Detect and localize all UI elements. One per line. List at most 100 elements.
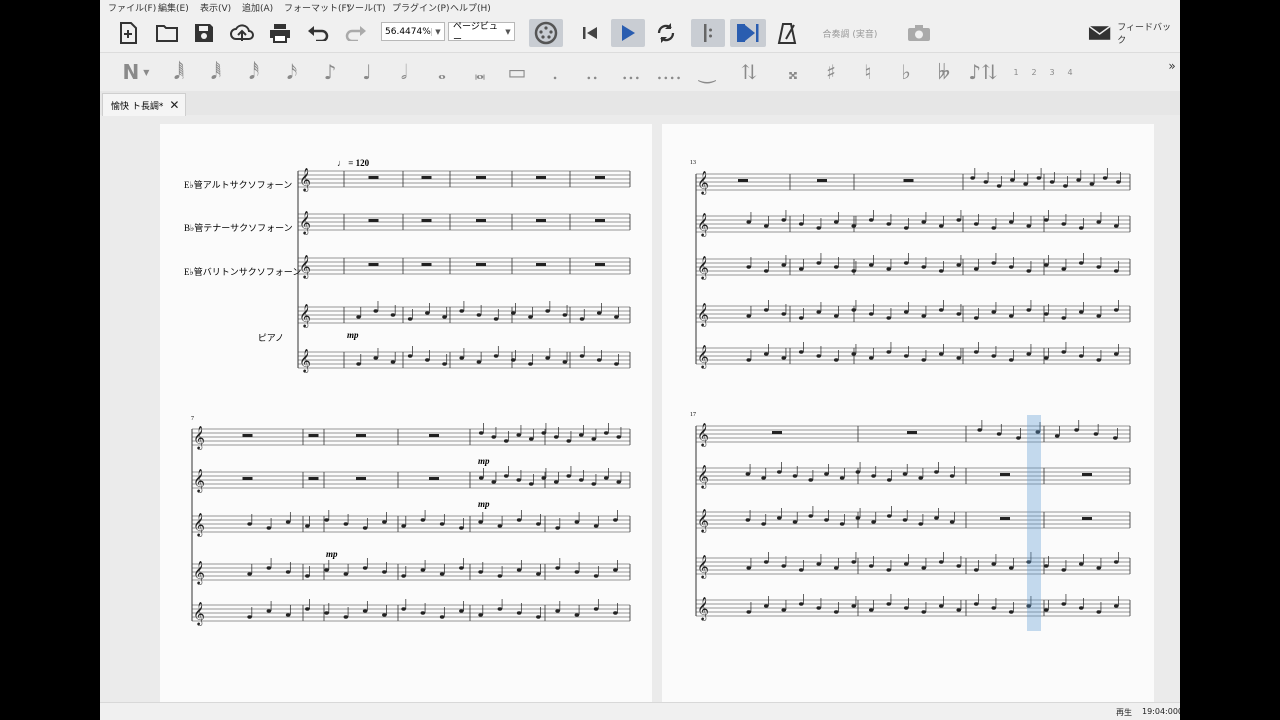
- note-breve-icon[interactable]: 𝅜: [468, 59, 492, 85]
- menu-format[interactable]: フォーマット(F): [284, 1, 350, 14]
- score-canvas[interactable]: 𝄞 𝄞 𝄞 𝄞 𝄞 𝄞 𝄞 𝄞 𝄞 𝄞 𝄞 𝄞 𝄞 𝄞 𝄞 𝄞 𝄞 𝄞 𝄞 𝄞 ♩ = 120 E♭管アルトサクソフォ…: [100, 116, 1180, 702]
- score-tab[interactable]: 愉快 ト長調* ✕: [102, 93, 187, 116]
- system2-piano-lh-notehead: [497, 607, 503, 611]
- feedback-button[interactable]: フィードバック: [1088, 19, 1178, 47]
- menu-help[interactable]: ヘルプ(H): [450, 1, 491, 14]
- system4-piano-rh-notehead: [991, 562, 997, 566]
- main-toolbar: 56.4474% ▼ ページビュー ▼ 合奏調 (実音) フィードバック: [100, 14, 1180, 53]
- system3-tenor-notehead: [1096, 220, 1102, 224]
- flat-icon[interactable]: ♭: [894, 59, 918, 85]
- system4-bari-notehead: [871, 520, 876, 524]
- sharp-icon[interactable]: ♯: [819, 59, 843, 85]
- voice-4-button[interactable]: 4: [1064, 59, 1076, 85]
- zoom-select[interactable]: 56.4474% ▼: [381, 22, 445, 41]
- music-notation[interactable]: 𝄞𝄞𝄞𝄞𝄞𝄞𝄞𝄞𝄞𝄞𝄞𝄞𝄞𝄞𝄞𝄞𝄞𝄞𝄞𝄞: [100, 116, 1180, 702]
- system2-piano-lh-clef: 𝄞: [193, 601, 205, 626]
- system1-piano-rh-notehead: [390, 313, 396, 317]
- save-icon[interactable]: [193, 19, 215, 47]
- system2-bari-notehead: [305, 524, 310, 528]
- menu-edit[interactable]: 編集(E): [158, 1, 189, 14]
- rewind-icon[interactable]: [578, 19, 602, 47]
- note-half-icon[interactable]: 𝅗𝅥: [392, 59, 416, 85]
- triple-dot-icon[interactable]: ...: [618, 59, 644, 85]
- loop-in-icon[interactable]: [691, 19, 725, 47]
- voice-2-button[interactable]: 2: [1028, 59, 1040, 85]
- system3-alto-notehead: [1049, 180, 1055, 184]
- note-eighth-icon[interactable]: ♪: [318, 59, 342, 85]
- system4-alto-notehead: [1016, 436, 1021, 440]
- print-icon[interactable]: [268, 19, 292, 47]
- rest-flip-icon[interactable]: ⇅: [736, 59, 762, 85]
- system2-bari-notehead: [613, 518, 618, 522]
- menu-plugins[interactable]: プラグイン(P): [392, 1, 449, 14]
- system2-piano-rh-notehead: [324, 568, 329, 572]
- double-dot-icon[interactable]: ..: [580, 59, 604, 85]
- note-32nd-icon[interactable]: 𝅘𝅥𝅱: [204, 59, 228, 85]
- system2-tenor-rest: [429, 477, 439, 480]
- system3-tenor-notehead: [798, 222, 804, 226]
- menu-view[interactable]: 表示(V): [200, 1, 231, 14]
- cloud-upload-icon[interactable]: [229, 19, 255, 47]
- system2-bari-notehead: [247, 522, 252, 526]
- midi-input-icon[interactable]: [529, 19, 563, 47]
- system3-alto-rest: [738, 179, 748, 182]
- metronome-icon[interactable]: [775, 19, 799, 47]
- system2-tenor-rest: [308, 477, 319, 480]
- natural-icon[interactable]: ♮: [856, 59, 880, 85]
- note-16th-alt-icon[interactable]: 𝅘𝅥𝅯: [280, 59, 304, 85]
- system4-piano-lh-notehead: [868, 608, 874, 612]
- system2-tenor-notehead: [541, 476, 547, 480]
- double-sharp-icon[interactable]: 𝄪: [781, 59, 805, 85]
- voice-1-button[interactable]: 1: [1010, 59, 1022, 85]
- system3-piano-lh-notehead: [1043, 356, 1049, 360]
- system3-piano-lh-notehead: [816, 354, 822, 358]
- note-whole-icon[interactable]: 𝅝: [430, 59, 454, 85]
- system3-piano-lh-notehead: [1026, 352, 1032, 356]
- system4-bari-notehead: [934, 516, 939, 520]
- system2-piano-lh-notehead: [382, 613, 387, 617]
- system3-alto-notehead: [1076, 178, 1081, 182]
- system2-alto-notehead: [553, 435, 559, 439]
- voice-3-button[interactable]: 3: [1046, 59, 1058, 85]
- system4-piano-rh-notehead: [1096, 566, 1102, 570]
- concert-pitch-toggle[interactable]: 合奏調 (実音): [816, 19, 884, 47]
- zoom-value: 56.4474%: [385, 26, 431, 37]
- note-quarter-icon[interactable]: ♩: [355, 59, 379, 85]
- new-file-icon[interactable]: [117, 19, 139, 47]
- system3-tenor-notehead: [886, 222, 892, 226]
- note-input-mode-icon[interactable]: N ▼: [116, 59, 156, 85]
- loop-icon[interactable]: [653, 19, 679, 47]
- system1-piano-rh-notehead: [459, 309, 465, 313]
- redo-icon[interactable]: [344, 19, 368, 47]
- score-tab-bar: 愉快 ト長調* ✕: [100, 91, 1180, 116]
- system2-alto-notehead: [491, 435, 497, 439]
- system1-bari-rest: [476, 263, 486, 266]
- flip-direction-icon[interactable]: ♪⇅: [968, 59, 998, 85]
- view-mode-select[interactable]: ページビュー ▼: [448, 22, 515, 45]
- tie-icon[interactable]: ‿: [692, 59, 722, 85]
- note-64th-icon[interactable]: 𝅘𝅥𝅲: [167, 59, 191, 85]
- play-icon[interactable]: [611, 19, 645, 47]
- close-icon[interactable]: ✕: [169, 98, 179, 112]
- system1-tenor-rest: [595, 219, 605, 222]
- menu-file[interactable]: ファイル(F): [108, 1, 156, 14]
- system1-tenor-rest: [476, 219, 486, 222]
- system4-bari-notehead: [949, 520, 955, 524]
- toolbar-overflow-button[interactable]: »: [1166, 53, 1178, 79]
- dot-icon[interactable]: .: [543, 59, 567, 85]
- menu-add[interactable]: 追加(A): [242, 1, 273, 14]
- double-flat-icon[interactable]: 𝄫: [932, 59, 956, 85]
- camera-icon[interactable]: [906, 19, 932, 47]
- menu-tools[interactable]: ツール(T): [346, 1, 386, 14]
- system2-piano-rh-notehead: [478, 570, 483, 574]
- system1-piano-rh-notehead: [373, 309, 379, 313]
- note-longa-icon[interactable]: ▭: [505, 59, 529, 85]
- quadruple-dot-icon[interactable]: ....: [655, 59, 683, 85]
- system3-alto-notehead: [970, 176, 975, 180]
- note-16th-icon[interactable]: 𝅘𝅥𝅰: [242, 59, 266, 85]
- loop-out-icon[interactable]: [730, 19, 766, 47]
- menu-bar: ファイル(F) 編集(E) 表示(V) 追加(A) フォーマット(F) ツール(…: [100, 0, 1180, 14]
- undo-icon[interactable]: [306, 19, 330, 47]
- system3-alto-clef: 𝄞: [697, 170, 709, 195]
- open-folder-icon[interactable]: [155, 19, 179, 47]
